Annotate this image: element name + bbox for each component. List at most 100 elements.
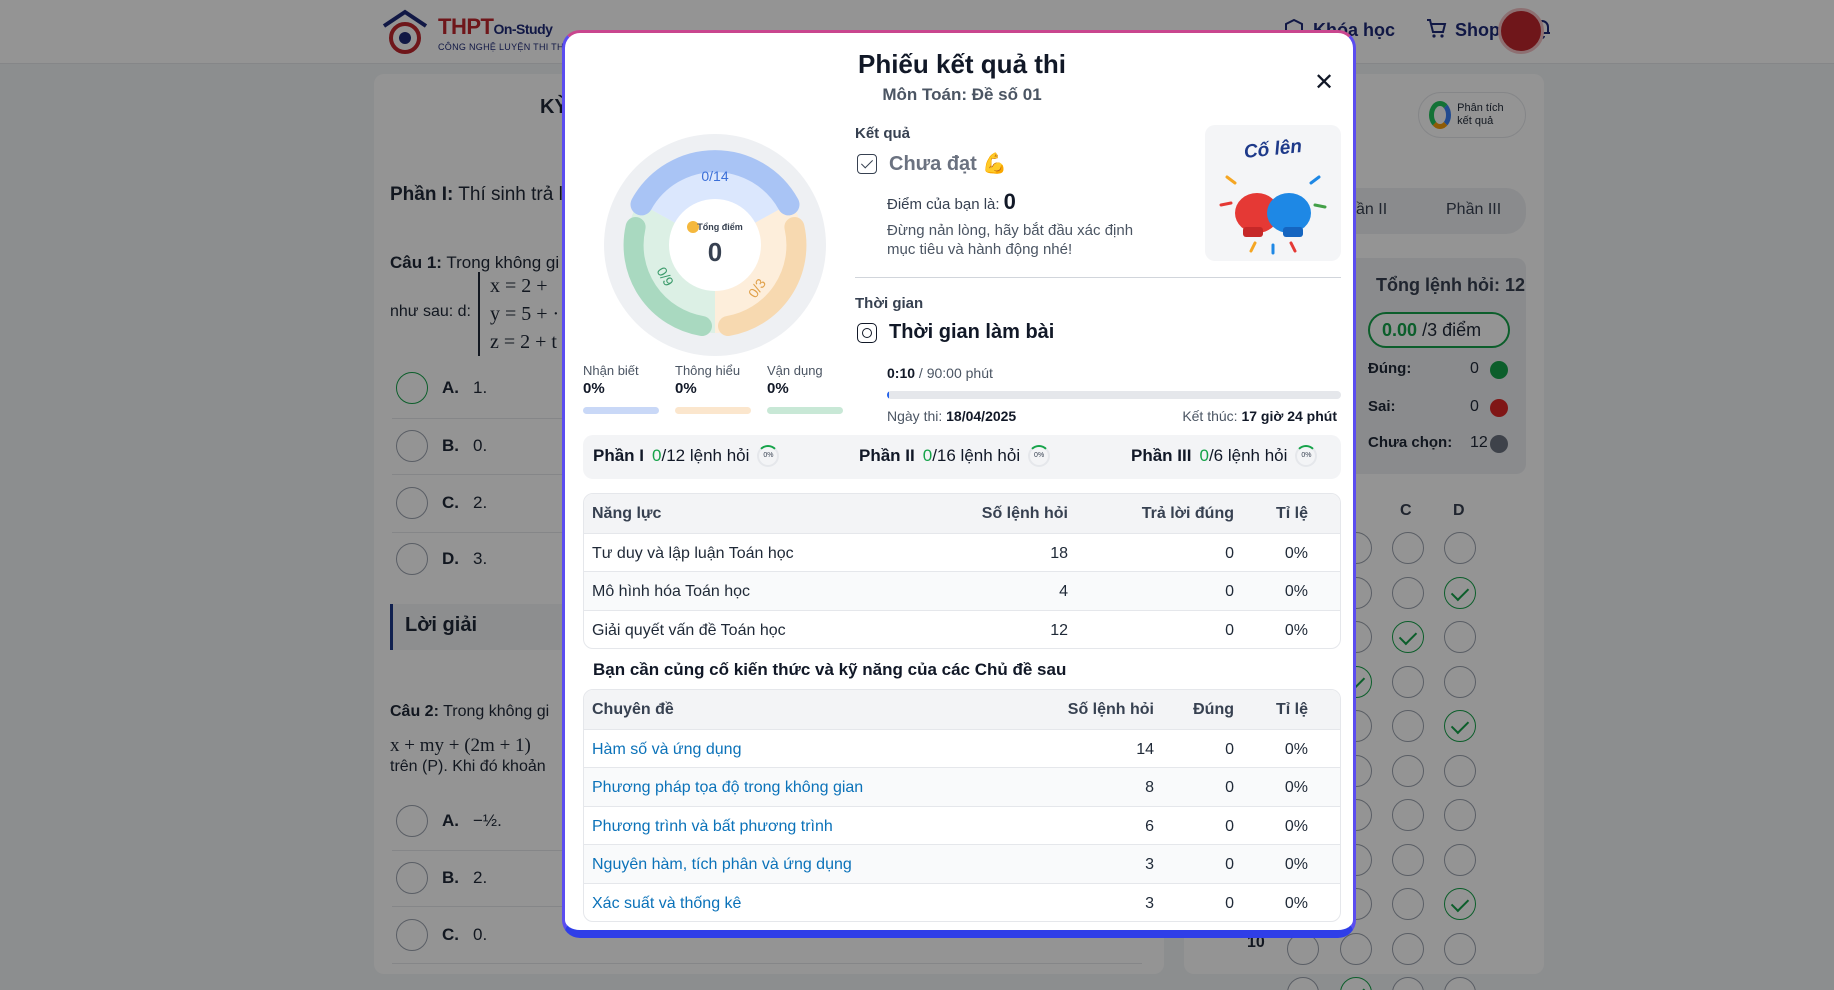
result-modal: Phiếu kết quả thi Môn Toán: Đề số 01 ✕ 0… [562, 30, 1356, 938]
table-row: Xác suất và thống kê 3 0 0% [584, 882, 1340, 922]
cell-correct: 0 [1225, 544, 1234, 562]
header-cell: Tỉ lệ [1275, 505, 1308, 522]
score-donut: 0/14 0/3 0/9 Tổng điểm 0 [601, 131, 829, 359]
cell-name: Mô hình hóa Toán học [592, 583, 751, 600]
part-name: Phần III [1131, 446, 1192, 465]
encourage-text: Đừng nản lòng, hãy bắt đầu xác định mục … [887, 222, 1134, 258]
cell-correct: 0 [1225, 621, 1234, 639]
topic-link[interactable]: Phương pháp tọa độ trong không gian [592, 779, 863, 797]
part-total: /12 lệnh hỏi [661, 446, 750, 465]
header-cell: Năng lực [592, 505, 662, 522]
part-summary-3: Phần III 0/6 lệnh hỏi 0% [1131, 445, 1318, 467]
donut-chart: 0/14 0/3 0/9 Tổng điểm 0 [604, 134, 826, 356]
part-correct: 0 [1199, 446, 1209, 465]
header-cell: Đúng [1193, 701, 1234, 718]
part-total: /16 lệnh hỏi [932, 446, 1021, 465]
cell-count: 3 [1145, 894, 1154, 912]
header-cell: Số lệnh hỏi [1067, 701, 1154, 718]
donut-center-label: Tổng điểm [697, 222, 743, 232]
topics-note: Bạn cần củng cố kiến thức và kỹ năng của… [593, 660, 1067, 679]
time-title-row: Thời gian làm bài [857, 321, 1054, 344]
score-value: 0 [1003, 189, 1016, 214]
legend-value: 0% [675, 380, 697, 397]
time-limit: / 90:00 phút [915, 365, 993, 381]
duration: 0:10 / 90:00 phút [887, 365, 993, 381]
topic-link[interactable]: Xác suất và thống kê [592, 895, 741, 913]
legend-bar-thong-hieu [675, 407, 751, 414]
legend-name: Nhận biết [583, 363, 639, 378]
competency-table: Năng lực Số lệnh hỏi Trả lời đúng Tỉ lệ … [583, 493, 1341, 649]
time-section-label: Thời gian [855, 295, 924, 312]
part-pct-ring: 0% [1028, 445, 1051, 467]
header-cell: Trả lời đúng [1141, 505, 1234, 522]
header-cell: Chuyên đề [592, 701, 674, 718]
checkbox-icon [857, 153, 877, 174]
cell-count: 14 [1136, 740, 1154, 758]
cell-rate: 0% [1284, 583, 1308, 600]
modal-title: Phiếu kết quả thi [857, 49, 1067, 79]
table-row: Nguyên hàm, tích phân và ứng dụng 3 0 0% [584, 844, 1340, 883]
close-button[interactable]: ✕ [1310, 69, 1338, 97]
exam-end-value: 17 giờ 24 phút [1241, 408, 1337, 424]
table-row: Mô hình hóa Toán học 4 0 0% [584, 571, 1340, 610]
table-row: Tư duy và lập luận Toán học 18 0 0% [584, 532, 1340, 572]
cell-correct: 0 [1225, 779, 1234, 796]
part-summary-2: Phần II 0/16 lệnh hỏi 0% [859, 445, 1051, 467]
part-correct: 0 [922, 446, 933, 465]
cell-count: 3 [1145, 856, 1154, 873]
cell-correct: 0 [1225, 583, 1234, 600]
table-header: Năng lực Số lệnh hỏi Trả lời đúng Tỉ lệ [584, 494, 1340, 533]
table-header: Chuyên đề Số lệnh hỏi Đúng Tỉ lệ [584, 690, 1340, 729]
cell-name: Tư duy và lập luận Toán học [592, 544, 794, 562]
clock-icon [857, 322, 877, 343]
part-name: Phần I [593, 446, 645, 465]
cell-count: 4 [1059, 583, 1068, 600]
cell-rate: 0% [1284, 544, 1308, 562]
table-row: Giải quyết vấn đề Toán học 12 0 0% [584, 609, 1340, 649]
cell-rate: 0% [1284, 621, 1308, 639]
header-cell: Số lệnh hỏi [981, 505, 1068, 522]
cheer-illustration: Cố lên [1205, 125, 1341, 261]
topic-link[interactable]: Phương trình và bất phương trình [592, 818, 833, 836]
legend-thong-hieu: Thông hiểu 0% [675, 363, 740, 397]
topic-link[interactable]: Hàm số và ứng dụng [592, 741, 741, 759]
table-row: Hàm số và ứng dụng 14 0 0% [584, 728, 1340, 768]
result-status-row: Chưa đạt 💪 [857, 151, 1007, 176]
cell-rate: 0% [1284, 779, 1308, 796]
time-progress-bar [887, 391, 1341, 399]
cell-rate: 0% [1284, 740, 1308, 758]
topic-link[interactable]: Nguyên hàm, tích phân và ứng dụng [592, 856, 852, 874]
legend-bar-van-dung [767, 407, 843, 414]
exam-date-value: 18/04/2025 [946, 408, 1017, 424]
time-title: Thời gian làm bài [889, 321, 1055, 343]
part-summary-1: Phần I 0/12 lệnh hỏi 0% [593, 445, 780, 467]
cell-count: 6 [1145, 817, 1154, 835]
cell-name: Giải quyết vấn đề Toán học [592, 621, 786, 639]
segment-label-nhan-biet: 0/14 [701, 168, 728, 184]
boxing-gloves-icon [1219, 175, 1327, 255]
cell-rate: 0% [1284, 817, 1308, 835]
legend-name: Thông hiểu [675, 363, 741, 378]
score-line: Điểm của bạn là: 0 [887, 189, 1016, 215]
result-status: Chưa đạt 💪 [889, 153, 1008, 175]
part-name: Phần II [859, 446, 915, 465]
part-pct-ring: 0% [757, 445, 780, 467]
cell-count: 12 [1050, 621, 1068, 639]
exam-end-label: Kết thúc: [1182, 408, 1242, 424]
cell-count: 18 [1050, 544, 1068, 562]
legend-value: 0% [767, 380, 789, 397]
legend-van-dung: Vận dụng 0% [767, 363, 823, 397]
table-row: Phương trình và bất phương trình 6 0 0% [584, 805, 1340, 845]
cell-correct: 0 [1225, 817, 1234, 835]
modal-subtitle: Môn Toán: Đề số 01 [882, 85, 1042, 104]
result-section-label: Kết quả [855, 125, 911, 142]
legend-name: Vận dụng [767, 363, 823, 378]
topics-table: Chuyên đề Số lệnh hỏi Đúng Tỉ lệ Hàm số … [583, 689, 1341, 922]
legend-bar-nhan-biet [583, 407, 659, 414]
donut-center-value: 0 [708, 237, 722, 267]
close-icon: ✕ [1313, 69, 1335, 96]
time-used: 0:10 [887, 365, 916, 381]
cell-correct: 0 [1225, 894, 1234, 912]
cell-correct: 0 [1225, 740, 1234, 758]
part-total: /6 lệnh hỏi [1208, 446, 1288, 465]
